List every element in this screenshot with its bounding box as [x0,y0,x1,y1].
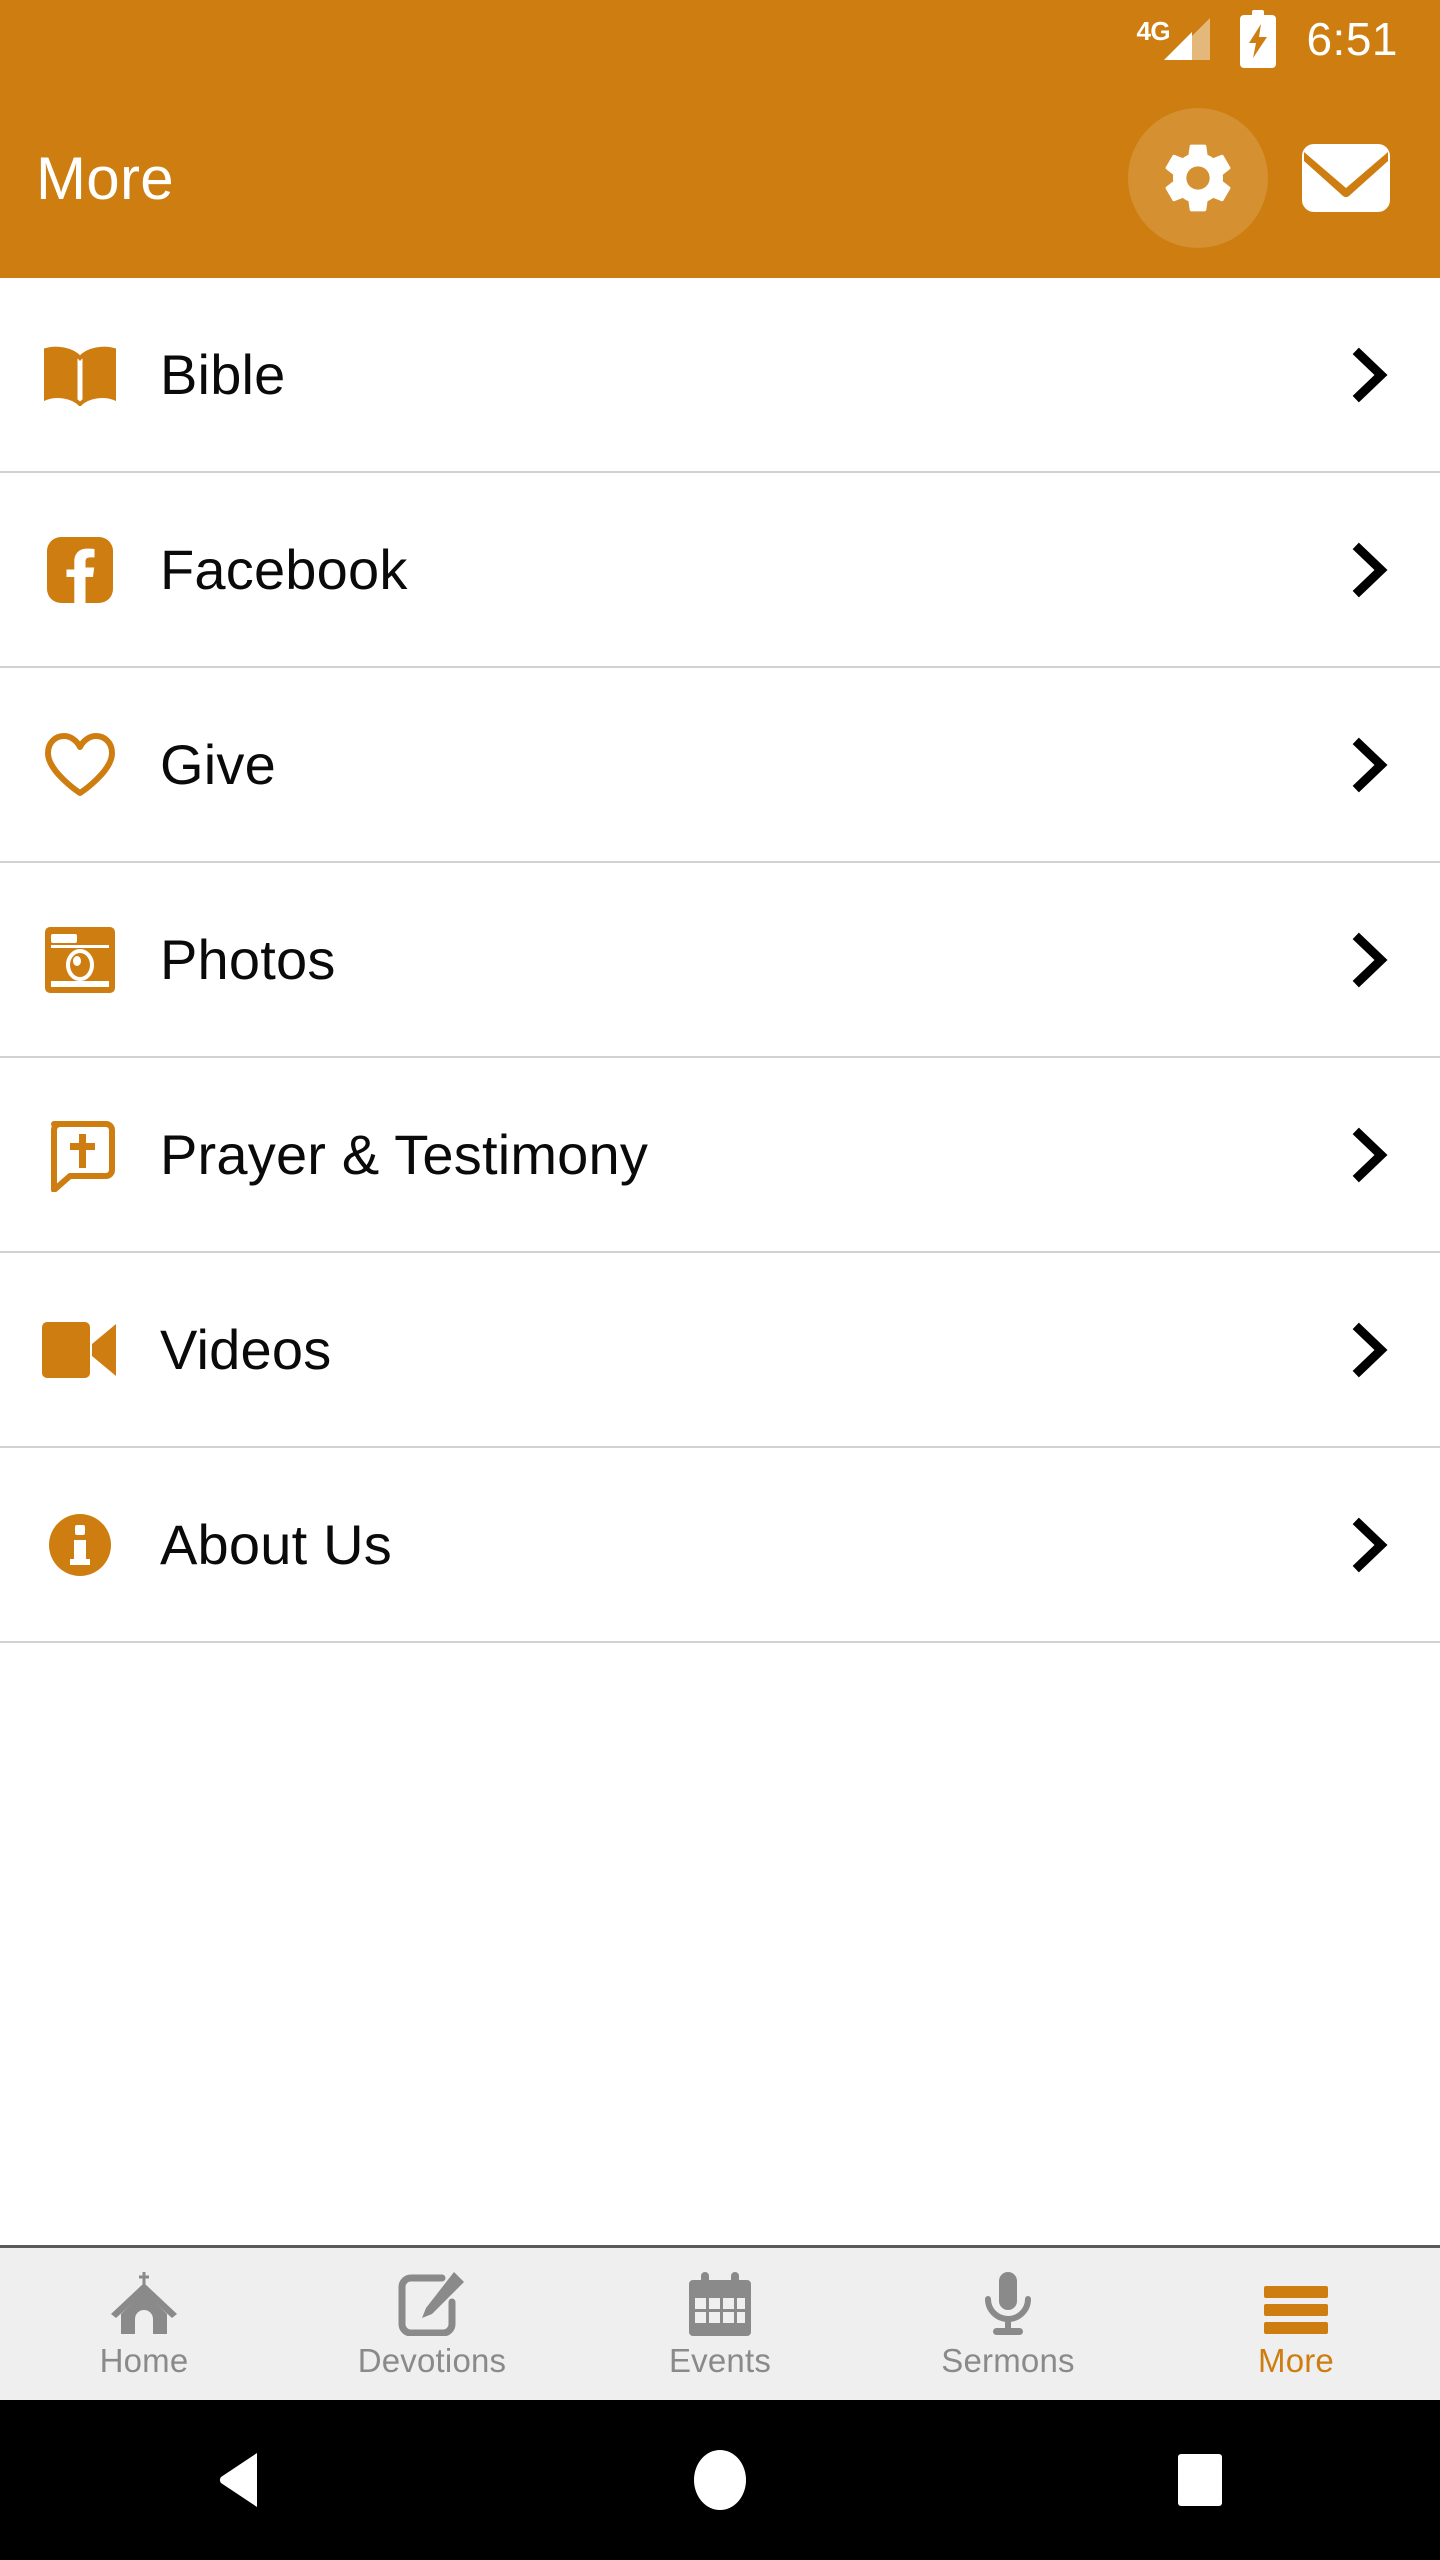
video-camera-icon [0,1321,160,1378]
tab-home[interactable]: Home [0,2248,288,2400]
list-item-label: Give [160,733,276,796]
app-bar: More [0,78,1440,278]
note-pencil-icon [398,2268,466,2336]
list-item[interactable]: Facebook [0,473,1440,668]
bottom-navigation: Home Devotions Events Sermons More [0,2245,1440,2400]
battery-charging-icon [1240,10,1277,68]
settings-button[interactable] [1128,108,1268,248]
tab-label: Home [99,2342,189,2379]
system-navigation-bar [0,2400,1440,2560]
tab-label: Devotions [357,2342,507,2379]
speech-cross-icon [0,1118,160,1192]
chevron-right-icon [1300,541,1440,599]
clock-label: 6:51 [1306,13,1398,65]
list-item-label: Photos [160,928,336,991]
info-circle-icon [0,1513,160,1576]
chevron-right-icon [1300,1516,1440,1574]
microphone-icon [983,2268,1033,2336]
chevron-right-icon [1300,736,1440,794]
list-item[interactable]: About Us [0,1448,1440,1643]
chevron-right-icon [1300,1321,1440,1379]
messages-button[interactable] [1286,118,1406,238]
more-menu-list: Bible Facebook Give Photos Prayer & Test… [0,278,1440,2245]
chevron-right-icon [1300,1126,1440,1184]
chevron-right-icon [1300,346,1440,404]
envelope-icon [1302,144,1390,212]
app-screen: 4G 6:51 More Bible Facebook Give Photos … [0,0,1440,2560]
gear-icon [1165,144,1231,212]
hamburger-icon [1264,2268,1328,2336]
tab-events[interactable]: Events [576,2248,864,2400]
app-bar-actions [1128,78,1406,278]
circle-home-icon [694,2450,746,2510]
church-icon [109,2268,179,2336]
facebook-icon [0,536,160,603]
list-item[interactable]: Photos [0,863,1440,1058]
list-item-label: Facebook [160,538,408,601]
list-item[interactable]: Prayer & Testimony [0,1058,1440,1253]
page-title: More [36,144,174,212]
list-item-label: Videos [160,1318,332,1381]
list-item-label: Bible [160,343,286,406]
signal-strength-indicator: 4G [1136,14,1211,64]
tab-label: Events [668,2342,772,2379]
tab-label: More [1258,2342,1334,2379]
camera-icon [0,926,160,993]
home-button[interactable] [630,2400,810,2560]
list-item-label: About Us [160,1513,392,1576]
list-item[interactable]: Videos [0,1253,1440,1448]
tab-sermons[interactable]: Sermons [864,2248,1152,2400]
open-book-icon [0,344,160,406]
list-item[interactable]: Bible [0,278,1440,473]
back-button[interactable] [150,2400,330,2560]
heart-outline-icon [0,731,160,799]
recents-button[interactable] [1110,2400,1290,2560]
list-item-label: Prayer & Testimony [160,1123,649,1186]
tab-devotions[interactable]: Devotions [288,2248,576,2400]
signal-bars-icon [1164,18,1211,60]
status-bar: 4G 6:51 [0,0,1440,78]
list-item[interactable]: Give [0,668,1440,863]
triangle-back-icon [220,2453,257,2507]
chevron-right-icon [1300,931,1440,989]
tab-more[interactable]: More [1152,2248,1440,2400]
calendar-icon [689,2268,751,2336]
tab-label: Sermons [941,2342,1075,2379]
square-recents-icon [1178,2454,1222,2506]
